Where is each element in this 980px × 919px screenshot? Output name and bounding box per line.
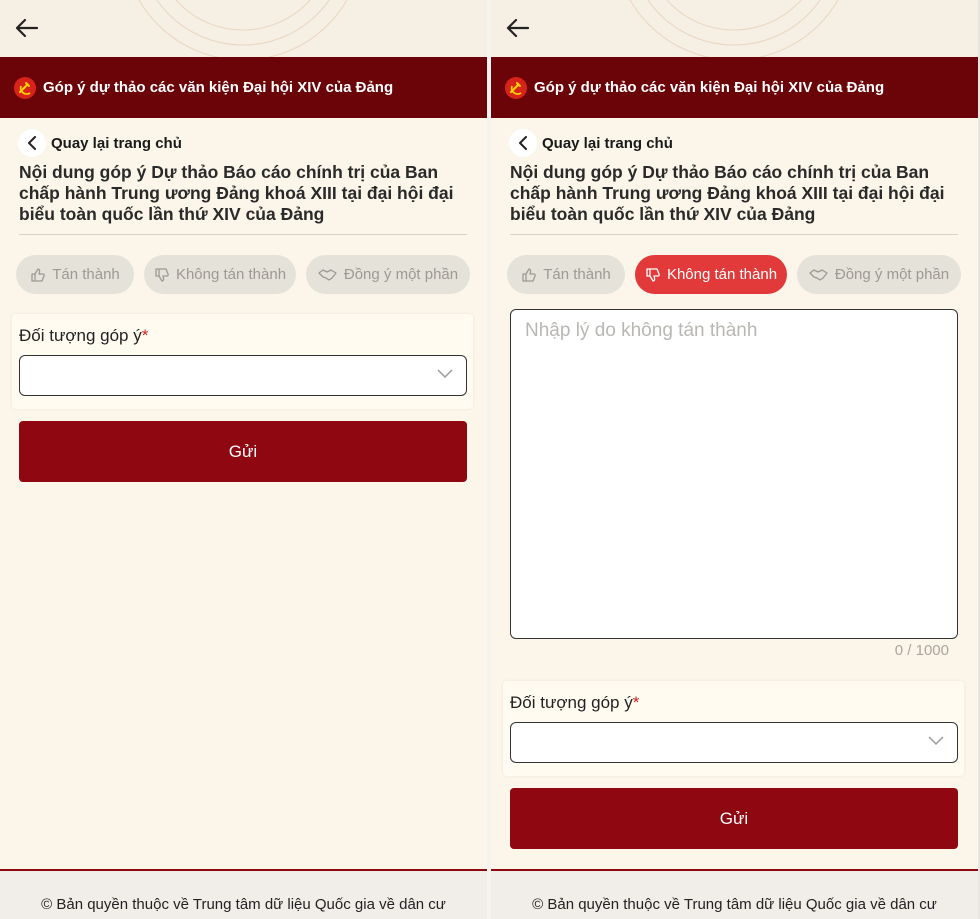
- reason-textarea[interactable]: [510, 309, 958, 639]
- submit-button[interactable]: Gửi: [510, 788, 958, 849]
- disagree-button[interactable]: Không tán thành: [635, 255, 787, 294]
- screen-disagree-selected: Góp ý dự thảo các văn kiện Đại hội XIV c…: [491, 0, 978, 919]
- thumbs-down-icon: [155, 267, 169, 282]
- arrow-left-icon[interactable]: [504, 14, 532, 42]
- agree-button[interactable]: Tán thành: [507, 255, 625, 294]
- character-counter: 0 / 1000: [894, 642, 949, 659]
- chevron-left-icon: [18, 129, 46, 157]
- back-to-home-link[interactable]: Quay lại trang chủ: [18, 128, 182, 158]
- app-top-bar: [0, 0, 487, 57]
- agree-label: Tán thành: [52, 266, 120, 283]
- decorative-pattern: [138, 0, 348, 57]
- partial-agree-label: Đồng ý một phần: [834, 266, 950, 283]
- back-to-home-label: Quay lại trang chủ: [51, 134, 182, 152]
- disagree-label: Không tán thành: [666, 266, 778, 283]
- hammer-sickle-emblem: [14, 76, 36, 99]
- partial-agree-label: Đồng ý một phần: [343, 266, 459, 283]
- target-field-card: Đối tượng góp ý*: [503, 681, 964, 776]
- copyright-text: © Bản quyền thuộc về Trung tâm dữ liệu Q…: [532, 896, 937, 913]
- vote-options: Tán thành Không tán thành Đồng ý một phầ…: [16, 255, 476, 294]
- partial-agree-button[interactable]: Đồng ý một phần: [306, 255, 470, 294]
- handshake-icon: [809, 268, 828, 281]
- thumbs-up-icon: [522, 267, 537, 282]
- chevron-down-icon: [437, 369, 453, 379]
- agree-button[interactable]: Tán thành: [16, 255, 134, 294]
- handshake-icon: [318, 268, 337, 281]
- page-banner: Góp ý dự thảo các văn kiện Đại hội XIV c…: [491, 57, 978, 118]
- banner-title: Góp ý dự thảo các văn kiện Đại hội XIV c…: [534, 79, 885, 96]
- hammer-sickle-emblem: [505, 76, 527, 99]
- divider: [510, 234, 958, 235]
- footer: © Bản quyền thuộc về Trung tâm dữ liệu Q…: [0, 869, 487, 919]
- disagree-label: Không tán thành: [175, 266, 287, 283]
- target-select[interactable]: [19, 355, 467, 396]
- target-field-label: Đối tượng góp ý*: [19, 326, 149, 345]
- required-mark: *: [632, 693, 640, 712]
- footer: © Bản quyền thuộc về Trung tâm dữ liệu Q…: [491, 869, 978, 919]
- thumbs-down-icon: [646, 267, 660, 282]
- thumbs-up-icon: [31, 267, 46, 282]
- document-title: Nội dung góp ý Dự thảo Báo cáo chính trị…: [510, 162, 945, 224]
- required-mark: *: [141, 326, 149, 345]
- submit-label: Gửi: [228, 441, 258, 461]
- arrow-left-icon[interactable]: [13, 14, 41, 42]
- screen-initial: Góp ý dự thảo các văn kiện Đại hội XIV c…: [0, 0, 487, 919]
- target-field-label: Đối tượng góp ý*: [510, 693, 640, 712]
- submit-label: Gửi: [719, 808, 749, 828]
- back-to-home-link[interactable]: Quay lại trang chủ: [509, 128, 673, 158]
- disagree-button[interactable]: Không tán thành: [144, 255, 296, 294]
- target-select[interactable]: [510, 722, 958, 763]
- partial-agree-button[interactable]: Đồng ý một phần: [797, 255, 961, 294]
- back-to-home-label: Quay lại trang chủ: [542, 134, 673, 152]
- app-top-bar: [491, 0, 978, 57]
- target-field-card: Đối tượng góp ý*: [12, 314, 473, 409]
- chevron-down-icon: [928, 736, 944, 746]
- agree-label: Tán thành: [543, 266, 611, 283]
- banner-title: Góp ý dự thảo các văn kiện Đại hội XIV c…: [43, 79, 394, 96]
- decorative-pattern: [629, 0, 839, 57]
- copyright-text: © Bản quyền thuộc về Trung tâm dữ liệu Q…: [41, 896, 446, 913]
- document-title: Nội dung góp ý Dự thảo Báo cáo chính trị…: [19, 162, 454, 224]
- page-banner: Góp ý dự thảo các văn kiện Đại hội XIV c…: [0, 57, 487, 118]
- chevron-left-icon: [509, 129, 537, 157]
- divider: [19, 234, 467, 235]
- vote-options: Tán thành Không tán thành Đồng ý một phầ…: [507, 255, 967, 294]
- submit-button[interactable]: Gửi: [19, 421, 467, 482]
